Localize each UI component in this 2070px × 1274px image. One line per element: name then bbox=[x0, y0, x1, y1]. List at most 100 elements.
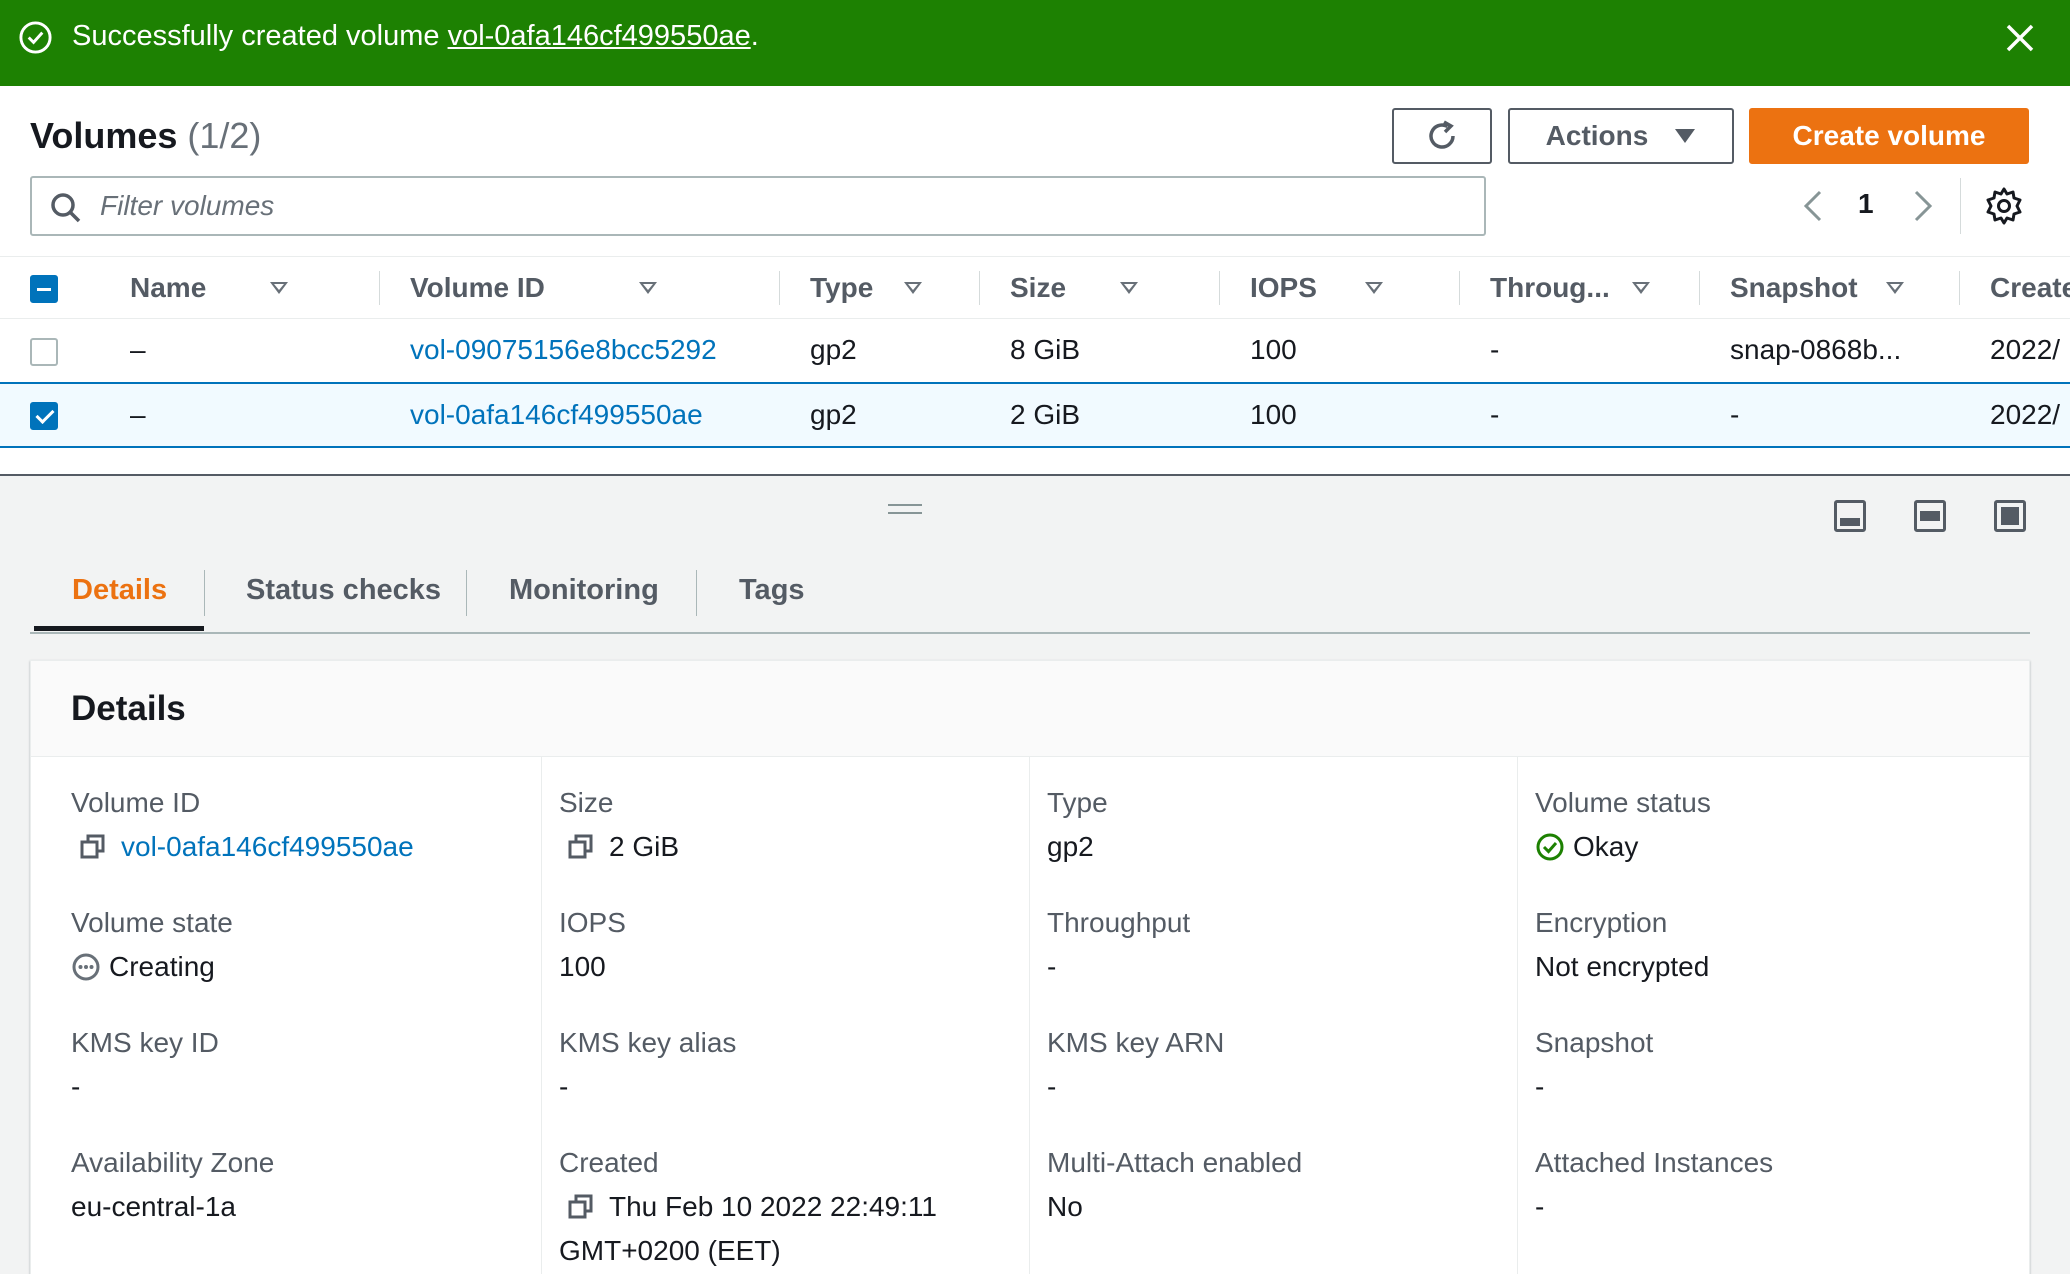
column-header-type[interactable]: Type bbox=[810, 272, 873, 304]
panel-position-bottom-icon[interactable] bbox=[1834, 500, 1866, 532]
iops-value: 100 bbox=[559, 951, 606, 982]
refresh-button[interactable] bbox=[1392, 108, 1492, 164]
sort-icon[interactable] bbox=[1885, 281, 1904, 294]
type-value: gp2 bbox=[1047, 831, 1094, 862]
field-encryption: Encryption Not encrypted bbox=[1535, 905, 1995, 985]
table-row[interactable]: – vol-09075156e8bcc5292 gp2 8 GiB 100 - … bbox=[0, 319, 2070, 383]
row-checkbox-checked[interactable] bbox=[30, 402, 58, 431]
flash-message: Successfully created volume vol-0afa146c… bbox=[72, 18, 759, 54]
tab-details[interactable]: Details bbox=[72, 574, 167, 607]
field-label: Multi-Attach enabled bbox=[1047, 1147, 1303, 1178]
gear-icon[interactable] bbox=[1984, 186, 2024, 226]
created-value: Thu Feb 10 2022 22:49:11 bbox=[609, 1191, 937, 1222]
table-header-row: Name Volume ID Type Size IOPS Throug... … bbox=[0, 256, 2070, 319]
row-iops: 100 bbox=[1250, 334, 1297, 366]
field-type: Type gp2 bbox=[1047, 785, 1507, 865]
filter-volumes-input[interactable] bbox=[100, 186, 1460, 226]
column-header-name[interactable]: Name bbox=[130, 272, 206, 304]
throughput-value: - bbox=[1047, 951, 1057, 982]
column-header-snapshot[interactable]: Snapshot bbox=[1730, 272, 1858, 304]
panel-position-full-icon[interactable] bbox=[1994, 500, 2026, 532]
row-created: 2022/ bbox=[1990, 398, 2061, 430]
column-divider bbox=[541, 757, 542, 1274]
column-divider bbox=[1029, 757, 1030, 1274]
tab-monitoring[interactable]: Monitoring bbox=[509, 574, 659, 607]
sort-icon[interactable] bbox=[270, 281, 289, 294]
field-kms-key-id: KMS key ID - bbox=[71, 1025, 531, 1105]
volume-state-value: Creating bbox=[109, 951, 215, 982]
column-header-size[interactable]: Size bbox=[1010, 272, 1066, 304]
sort-icon[interactable] bbox=[1631, 281, 1650, 294]
actions-label: Actions bbox=[1545, 120, 1649, 151]
field-label: IOPS bbox=[559, 907, 626, 938]
tab-divider bbox=[204, 570, 205, 616]
column-header-throughput[interactable]: Throug... bbox=[1490, 272, 1610, 304]
field-label: Availability Zone bbox=[71, 1147, 275, 1178]
close-icon[interactable] bbox=[2000, 18, 2040, 58]
field-label: KMS key ARN bbox=[1047, 1027, 1225, 1058]
row-volume-id-link[interactable]: vol-0afa146cf499550ae bbox=[410, 399, 703, 430]
sort-icon[interactable] bbox=[639, 281, 658, 294]
column-header-iops[interactable]: IOPS bbox=[1250, 272, 1317, 304]
encryption-value: Not encrypted bbox=[1535, 951, 1710, 982]
copy-icon[interactable] bbox=[79, 833, 107, 861]
copy-icon[interactable] bbox=[567, 1193, 595, 1221]
row-throughput: - bbox=[1490, 398, 1500, 430]
field-kms-key-alias: KMS key alias - bbox=[559, 1025, 1019, 1105]
field-label: Encryption bbox=[1535, 907, 1668, 938]
sort-icon[interactable] bbox=[1365, 281, 1384, 294]
column-header-volume-id[interactable]: Volume ID bbox=[410, 272, 545, 304]
flash-message-prefix: Successfully created volume bbox=[72, 20, 448, 52]
sort-icon[interactable] bbox=[1120, 281, 1139, 294]
volumes-table-panel: Volumes (1/2) Actions Create volume 1 bbox=[0, 86, 2070, 476]
create-volume-button[interactable]: Create volume bbox=[1749, 108, 2029, 164]
sort-icon[interactable] bbox=[903, 281, 922, 294]
details-container: Details Volume ID vol-0afa146cf499550ae … bbox=[30, 660, 2030, 1274]
table-row-selected[interactable]: – vol-0afa146cf499550ae gp2 2 GiB 100 - … bbox=[0, 382, 2070, 447]
kms-key-id-value: - bbox=[71, 1071, 81, 1102]
field-label: Snapshot bbox=[1535, 1027, 1654, 1058]
size-value: 2 GiB bbox=[609, 831, 680, 862]
details-tabs: Details Status checks Monitoring Tags bbox=[30, 564, 2030, 634]
multi-attach-value: No bbox=[1047, 1191, 1083, 1222]
tab-status-checks[interactable]: Status checks bbox=[246, 574, 441, 607]
details-title: Details bbox=[71, 689, 186, 728]
current-page-number[interactable]: 1 bbox=[1858, 188, 1874, 220]
tab-divider bbox=[466, 570, 467, 616]
tab-tags[interactable]: Tags bbox=[739, 574, 805, 607]
row-volume-id-link[interactable]: vol-09075156e8bcc5292 bbox=[410, 334, 717, 365]
split-panel-resize-handle[interactable] bbox=[888, 504, 922, 514]
chevron-right-icon[interactable] bbox=[1908, 186, 1938, 226]
field-volume-state: Volume state Creating bbox=[71, 905, 531, 985]
column-header-created[interactable]: Create bbox=[1990, 272, 2070, 303]
caret-down-icon bbox=[1675, 129, 1696, 143]
row-size: 2 GiB bbox=[1010, 398, 1081, 430]
field-kms-key-arn: KMS key ARN - bbox=[1047, 1025, 1507, 1105]
field-volume-status: Volume status Okay bbox=[1535, 785, 1995, 865]
search-icon bbox=[51, 193, 81, 223]
row-snapshot: - bbox=[1730, 398, 1740, 430]
field-volume-id: Volume ID vol-0afa146cf499550ae bbox=[71, 785, 531, 865]
panel-position-side-icon[interactable] bbox=[1914, 500, 1946, 532]
select-all-checkbox[interactable] bbox=[30, 275, 58, 304]
refresh-icon bbox=[1429, 120, 1455, 149]
tab-divider bbox=[696, 570, 697, 616]
actions-dropdown-button[interactable]: Actions bbox=[1508, 108, 1734, 164]
field-attached-instances: Attached Instances - bbox=[1535, 1145, 1995, 1225]
page-title: Volumes (1/2) bbox=[30, 114, 261, 158]
field-label: Volume ID bbox=[71, 787, 201, 818]
copy-icon[interactable] bbox=[567, 833, 595, 861]
field-multi-attach: Multi-Attach enabled No bbox=[1047, 1145, 1507, 1225]
selection-count: (1/2) bbox=[187, 115, 262, 156]
field-label: Volume state bbox=[71, 907, 233, 938]
filter-box bbox=[30, 176, 1486, 236]
kms-key-arn-value: - bbox=[1047, 1071, 1057, 1102]
flash-volume-link[interactable]: vol-0afa146cf499550ae bbox=[448, 20, 751, 52]
field-label: Throughput bbox=[1047, 907, 1191, 938]
chevron-left-icon[interactable] bbox=[1798, 186, 1828, 226]
row-checkbox[interactable] bbox=[30, 337, 58, 366]
volume-id-link[interactable]: vol-0afa146cf499550ae bbox=[121, 829, 414, 865]
field-created: Created Thu Feb 10 2022 22:49:11 GMT+020… bbox=[559, 1145, 1019, 1269]
active-tab-indicator bbox=[34, 626, 204, 631]
field-label: Volume status bbox=[1535, 787, 1711, 818]
